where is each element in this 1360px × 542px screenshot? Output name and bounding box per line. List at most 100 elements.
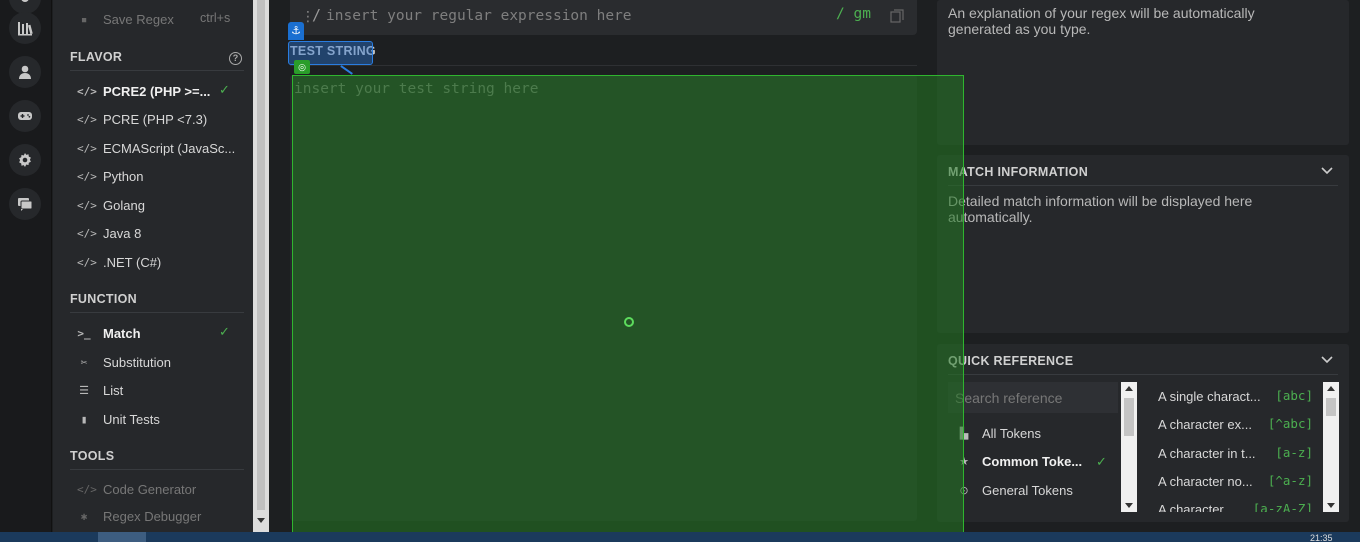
check-icon: ✓ <box>1096 454 1107 469</box>
flavor-item-python[interactable]: </> Python <box>77 165 143 187</box>
match-info-text: Detailed match information will be displ… <box>948 193 1253 225</box>
flavor-label: PCRE2 (PHP >=... <box>103 83 211 99</box>
match-info-title: MATCH INFORMATION <box>948 165 1089 179</box>
scroll-down-arrow-icon[interactable] <box>257 518 265 523</box>
reference-token-row[interactable]: A character no... [^a-z] <box>1158 472 1313 492</box>
reference-category-all-tokens[interactable]: ▙ All Tokens <box>958 426 1041 441</box>
bug-icon: ✱ <box>80 509 88 523</box>
scrollbar-thumb[interactable] <box>1124 398 1134 436</box>
rail-button-settings[interactable] <box>9 144 41 176</box>
function-item-substitution[interactable]: ✂ Substitution <box>77 351 171 373</box>
flavor-item-ecmascript[interactable]: </> ECMAScript (JavaSc... <box>77 137 235 159</box>
rail-button-chat[interactable] <box>9 188 41 220</box>
taskbar-clock: 21:35 <box>1310 533 1333 542</box>
code-icon: </> <box>77 112 97 126</box>
scrollbar-thumb[interactable] <box>1326 398 1336 416</box>
chevron-down-icon[interactable] <box>1321 355 1333 365</box>
match-info-panel: MATCH INFORMATION Detailed match informa… <box>937 155 1349 333</box>
function-label: List <box>103 382 124 398</box>
save-regex-button[interactable]: ▪ Save Regex <box>77 8 174 30</box>
function-item-list[interactable]: ☰ List <box>77 379 123 401</box>
code-icon: </> <box>77 141 97 155</box>
match-info-divider <box>948 185 1338 186</box>
sidebar-scrollbar[interactable] <box>253 0 269 532</box>
user-icon <box>19 65 31 79</box>
function-item-unit-tests[interactable]: ▮ Unit Tests <box>77 408 160 430</box>
copy-icon[interactable] <box>890 9 904 23</box>
reference-token-row[interactable]: A character in t... [a-z] <box>1158 444 1313 464</box>
token-code: [a-zA-Z] <box>1252 501 1313 512</box>
function-divider <box>70 312 244 313</box>
token-scrollbar[interactable] <box>1323 382 1339 512</box>
reference-search <box>948 382 1118 413</box>
reference-token-row[interactable]: A character ... [a-zA-Z] <box>1158 500 1313 512</box>
code-icon: </> <box>77 482 97 496</box>
scroll-up-arrow-icon[interactable] <box>1327 386 1335 391</box>
sidebar: ▪ Save Regex ctrl+s FLAVOR ? </> PCRE2 (… <box>53 0 253 532</box>
list-icon: ☰ <box>79 383 89 397</box>
tool-item-regex-debugger[interactable]: ✱ Regex Debugger <box>77 505 202 527</box>
token-description: A character ... <box>1158 502 1239 512</box>
tool-label: Code Generator <box>103 481 197 497</box>
taskbar-app[interactable] <box>98 532 146 542</box>
gear-icon <box>19 153 31 167</box>
function-item-match[interactable]: >_ Match <box>77 322 140 344</box>
cursor-target-icon <box>624 317 634 327</box>
token-description: A character ex... <box>1158 417 1252 432</box>
flavor-label: PCRE (PHP <7.3) <box>103 111 208 127</box>
token-code: [^a-z] <box>1267 473 1313 488</box>
function-label: Substitution <box>103 354 171 370</box>
chevron-down-icon[interactable] <box>1321 166 1333 176</box>
scrollbar-thumb[interactable] <box>257 0 265 510</box>
star-icon: ★ <box>959 456 969 468</box>
token-description: A single charact... <box>1158 389 1260 404</box>
rail-button-quiz[interactable] <box>9 100 41 132</box>
save-icon: ▪ <box>80 12 88 26</box>
editor-pane: ⋮ / / gm TEST STRING <box>269 0 929 532</box>
rail-button-account[interactable] <box>9 56 41 88</box>
flavor-label: Python <box>103 168 144 184</box>
regex-flags-button[interactable]: / gm <box>836 6 871 22</box>
tools-title: TOOLS <box>70 449 115 463</box>
scroll-up-arrow-icon[interactable] <box>1125 386 1133 391</box>
help-icon[interactable]: ? <box>229 52 242 65</box>
tool-label: Regex Debugger <box>103 508 202 524</box>
token-code: [a-z] <box>1275 445 1313 460</box>
tool-item-code-generator[interactable]: </> Code Generator <box>77 478 196 500</box>
flavor-item-java[interactable]: </> Java 8 <box>77 222 141 244</box>
token-description: A character in t... <box>1158 446 1256 461</box>
reference-category-general-tokens[interactable]: ⊙ General Tokens <box>958 483 1072 498</box>
scroll-down-arrow-icon[interactable] <box>1125 503 1133 508</box>
right-pane: An explanation of your regex will be aut… <box>929 0 1360 532</box>
quick-reference-divider <box>948 374 1338 375</box>
flavor-label: ECMAScript (JavaSc... <box>103 140 236 156</box>
category-label: Common Toke... <box>982 454 1083 469</box>
reference-search-input[interactable] <box>948 382 1118 413</box>
explanation-panel: An explanation of your regex will be aut… <box>937 0 1349 145</box>
function-title: FUNCTION <box>70 292 137 306</box>
code-icon: </> <box>77 255 97 269</box>
reference-token-row[interactable]: A single charact... [abc] <box>1158 387 1313 407</box>
flavor-item-pcre2[interactable]: </> PCRE2 (PHP >=... <box>77 80 210 102</box>
regex-bar: ⋮ / / gm <box>290 0 917 35</box>
quick-reference-panel: QUICK REFERENCE ▙ All Tokens ★ Common To… <box>937 344 1349 522</box>
rail-button-library[interactable] <box>9 12 41 44</box>
check-icon: ✓ <box>219 82 230 97</box>
flavor-divider <box>70 70 244 71</box>
quick-reference-title: QUICK REFERENCE <box>948 354 1074 368</box>
flavor-item-pcre[interactable]: </> PCRE (PHP <7.3) <box>77 108 207 130</box>
flavor-title: FLAVOR <box>70 50 123 64</box>
scroll-down-arrow-icon[interactable] <box>1327 503 1335 508</box>
category-label: All Tokens <box>982 426 1042 441</box>
reference-token-row[interactable]: A character ex... [^abc] <box>1158 415 1313 435</box>
flavor-item-golang[interactable]: </> Golang <box>77 194 145 216</box>
token-code: [^abc] <box>1267 416 1313 431</box>
test-string-input[interactable] <box>294 81 894 501</box>
token-code: [abc] <box>1275 388 1313 403</box>
category-scrollbar[interactable] <box>1121 382 1137 512</box>
function-label: Unit Tests <box>103 411 160 427</box>
regex-input[interactable] <box>326 4 816 28</box>
reference-category-common-tokens[interactable]: ★ Common Toke... <box>958 454 1082 469</box>
tools-divider <box>70 469 244 470</box>
flavor-item-dotnet[interactable]: </> .NET (C#) <box>77 251 161 273</box>
